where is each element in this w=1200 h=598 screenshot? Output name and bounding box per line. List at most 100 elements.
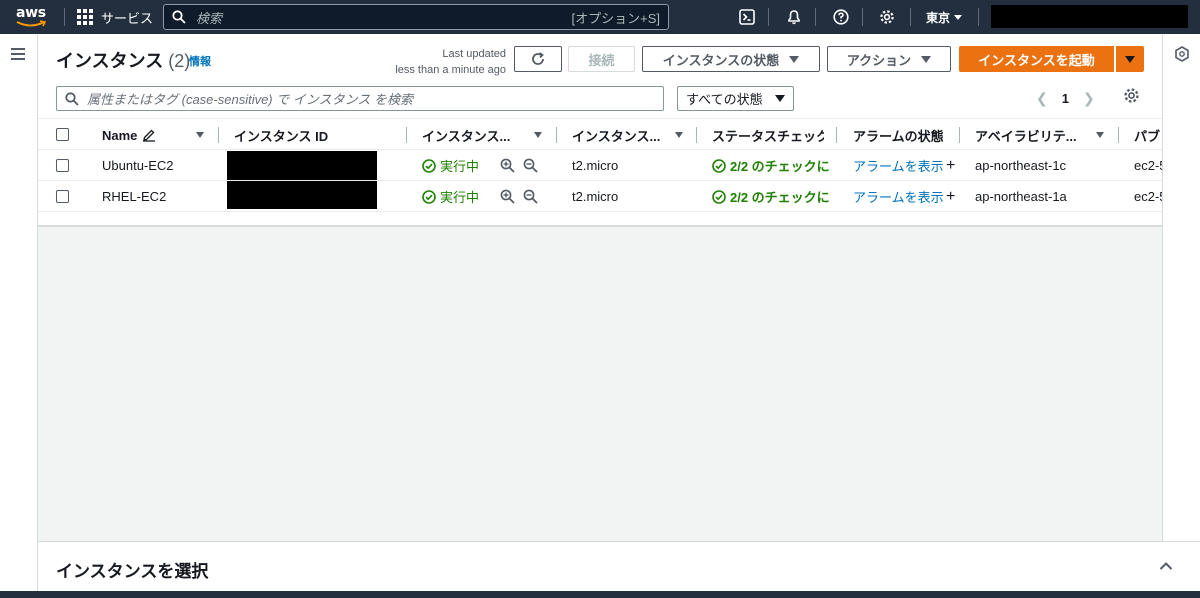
last-updated-label: Last updated [442,48,506,60]
chevron-down-icon [954,14,963,20]
check-circle-icon [712,158,726,173]
cloudshell-icon[interactable] [738,8,756,26]
cell-name: RHEL-EC2 [102,189,167,204]
info-link[interactable]: 情報 [189,53,211,69]
filter-input[interactable]: 属性またはタグ (case-sensitive) で インスタンス を検索 [56,86,664,111]
caret-down-icon [1125,55,1135,63]
column-header-availability-zone[interactable]: アベイラビリテ... [975,119,1085,151]
connect-label: 接続 [588,52,615,68]
instance-id-redacted [227,151,377,180]
page-title: インスタンス (2) [56,47,190,73]
cell-status-check: 2/2 のチェックに [712,150,838,181]
column-separator[interactable] [1118,127,1119,143]
nav-divider [862,8,863,26]
nav-divider [815,8,816,26]
top-navigation: aws サービス 検索 [オプション+S] 東京 [0,0,1200,34]
column-header-status-check[interactable]: ステータスチェック [712,119,824,151]
search-icon [65,91,79,106]
zoom-in-icon[interactable] [500,158,515,173]
right-tools-strip [1162,34,1200,541]
sort-icon[interactable] [196,132,204,138]
launch-label: インスタンスを起動 [978,52,1095,68]
column-separator[interactable] [406,127,407,143]
launch-instances-button[interactable]: インスタンスを起動 [959,46,1114,72]
grid-icon [77,9,93,25]
column-header-instance-id[interactable]: インスタンス ID [234,119,394,151]
select-all-checkbox[interactable] [56,128,69,141]
search-placeholder: 検索 [196,10,223,26]
cell-public-dns: ec2-5 [1134,158,1162,173]
notifications-icon[interactable] [785,8,803,26]
nav-divider [978,8,979,26]
edit-pencil-icon [143,129,156,142]
search-icon [172,10,186,24]
footer-bar [0,591,1200,598]
chevron-up-icon[interactable] [1159,561,1173,571]
zoom-in-icon[interactable] [500,189,515,204]
chevron-right-icon[interactable]: ❯ [1083,90,1095,107]
state-filter-value: すべての状態 [686,92,763,107]
launch-options-dropdown[interactable] [1116,46,1144,72]
services-label: サービス [101,10,154,26]
row-checkbox[interactable] [56,190,69,203]
table-row[interactable]: Ubuntu-EC2 実行中 t2.micro 2/2 のチェックに アラームを… [38,150,1162,181]
nav-divider [910,8,911,26]
region-selector[interactable]: 東京 [926,0,963,34]
chevron-left-icon[interactable]: ❮ [1036,90,1048,107]
services-menu[interactable]: サービス [77,0,153,34]
add-alarm-icon[interactable]: + [946,150,960,181]
column-separator[interactable] [959,127,960,143]
instances-panel: インスタンス (2) 情報 Last updated less than a m… [38,34,1162,227]
sort-icon[interactable] [1096,132,1104,138]
help-icon[interactable] [832,8,850,26]
sort-icon[interactable] [675,132,683,138]
column-separator[interactable] [556,127,557,143]
caret-down-icon [775,95,785,102]
instance-state-label: インスタンスの状態 [662,52,780,68]
caret-down-icon [921,55,932,63]
nav-divider [768,8,769,26]
account-menu-redacted[interactable] [991,5,1188,28]
column-header-instance-type[interactable]: インスタンス... [572,119,672,151]
table-settings-icon[interactable] [1123,87,1140,104]
column-header-public-dns[interactable]: パブ [1134,119,1162,151]
title-text: インスタンス [56,51,164,71]
refresh-button[interactable] [514,46,562,72]
actions-dropdown[interactable]: アクション [827,46,951,72]
column-separator[interactable] [836,127,837,143]
hamburger-menu-icon[interactable] [11,48,25,63]
last-updated-value: less than a minute ago [395,64,506,76]
left-sidebar-toggle-strip [0,34,38,598]
search-shortcut: [オプション+S] [571,10,661,26]
actions-label: アクション [846,52,912,68]
pagination: ❮ 1 ❯ [1036,86,1095,111]
cell-instance-type: t2.micro [572,158,619,173]
last-updated: Last updated less than a minute ago [378,46,506,78]
view-alarms-link[interactable]: アラームを表示 [853,150,945,181]
instance-state-dropdown[interactable]: インスタンスの状態 [642,46,820,72]
cell-availability-zone: ap-northeast-1a [975,189,1067,204]
page-number[interactable]: 1 [1062,91,1069,106]
view-alarms-link[interactable]: アラームを表示 [853,181,945,212]
state-filter-select[interactable]: すべての状態 [677,86,794,111]
column-separator[interactable] [696,127,697,143]
column-header-alarm-status[interactable]: アラームの状態 [853,119,961,151]
zoom-out-icon[interactable] [523,189,538,204]
column-header-instance-state[interactable]: インスタンス... [422,119,522,151]
cell-public-dns: ec2-5 [1134,189,1162,204]
table-row[interactable]: RHEL-EC2 実行中 t2.micro 2/2 のチェックに アラームを表示… [38,181,1162,212]
details-split-panel: インスタンスを選択 [38,541,1200,591]
sort-icon[interactable] [534,132,542,138]
add-alarm-icon[interactable]: + [946,181,960,212]
check-circle-icon [422,158,436,173]
column-separator[interactable] [218,127,219,143]
row-checkbox[interactable] [56,159,69,172]
aws-logo[interactable]: aws [14,4,50,30]
refresh-icon [532,52,544,65]
search-input[interactable]: 検索 [オプション+S] [163,4,669,30]
hexagon-info-icon[interactable] [1174,46,1190,62]
connect-button[interactable]: 接続 [568,46,635,72]
settings-icon[interactable] [878,8,896,26]
table-header: Name インスタンス ID インスタンス... インスタンス... ステータス… [38,118,1162,150]
zoom-out-icon[interactable] [523,158,538,173]
